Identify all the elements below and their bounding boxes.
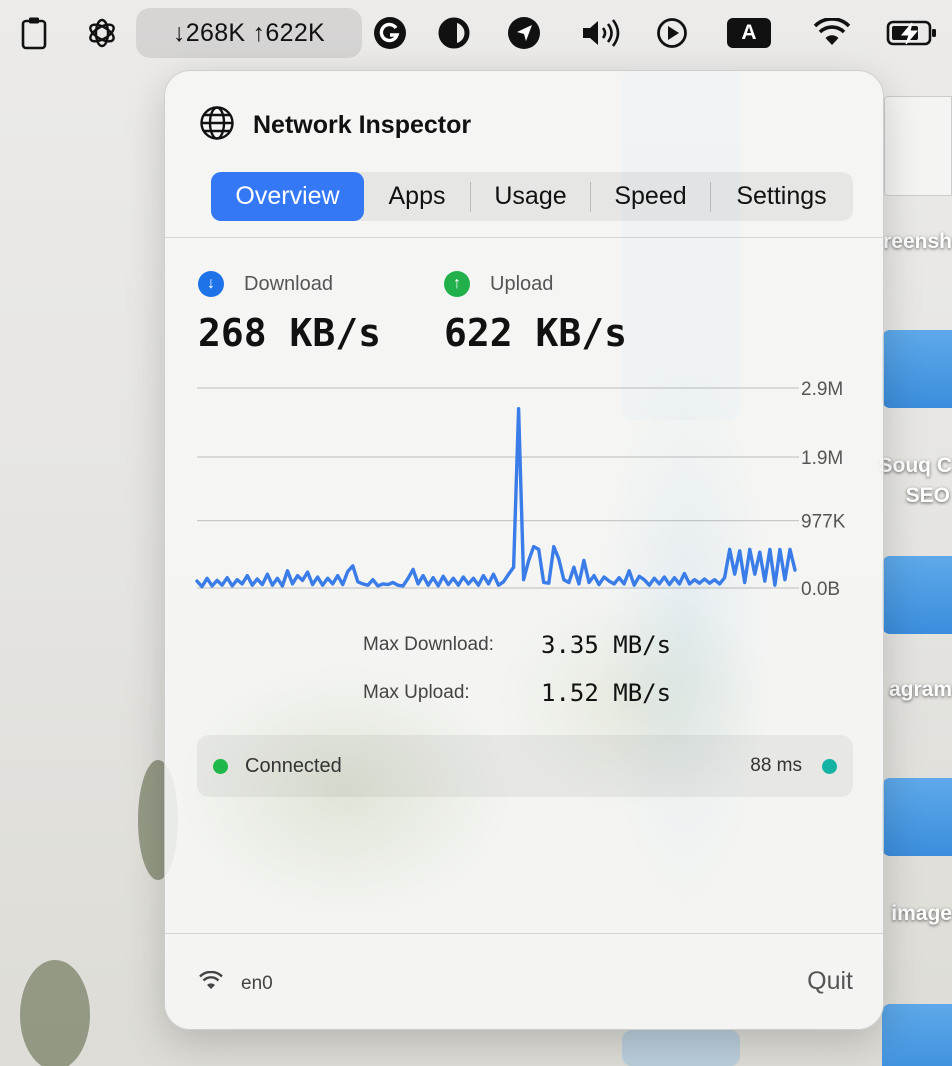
desktop-label: Souq C <box>878 454 952 477</box>
wifi-icon <box>199 970 223 997</box>
y-tick-label: 977K <box>801 512 846 533</box>
connected-status-dot <box>213 758 228 774</box>
max-download-label: Max Download: <box>363 634 494 655</box>
max-download-row: Max Download: 3.35 MB/s <box>363 621 671 669</box>
grammarly-icon[interactable] <box>370 14 410 52</box>
tab-label: Settings <box>736 182 827 210</box>
contrast-icon[interactable] <box>434 14 474 52</box>
desktop-window-column <box>622 1030 740 1066</box>
menu-bar: ↓268K ↑622K A <box>0 0 952 66</box>
desktop-label: agram <box>888 678 952 701</box>
max-download-value: 3.35 MB/s <box>541 631 672 659</box>
tab-bar: Overview Apps Usage Speed Settings <box>211 172 853 221</box>
tab-overview[interactable]: Overview <box>211 172 364 221</box>
tab-settings[interactable]: Settings <box>711 172 852 221</box>
max-stats: Max Download: 3.35 MB/s Max Upload: 1.52… <box>363 621 671 717</box>
upload-rate: ↑ Upload 622 KB/s <box>444 271 627 355</box>
download-rate: ↓ Download 268 KB/s <box>198 271 381 355</box>
latency-value: 88 ms <box>750 755 802 776</box>
interface-indicator: en0 <box>199 970 273 997</box>
volume-icon[interactable] <box>578 14 624 52</box>
popover-header: Network Inspector <box>199 105 471 146</box>
footer-divider <box>165 933 883 934</box>
desktop-folder-icon[interactable] <box>882 778 952 856</box>
quit-button[interactable]: Quit <box>807 967 853 996</box>
globe-icon <box>199 105 235 146</box>
max-upload-label: Max Upload: <box>363 682 470 703</box>
openai-icon[interactable] <box>82 14 122 52</box>
tab-usage[interactable]: Usage <box>471 172 590 221</box>
y-tick-label: 0.0B <box>801 579 840 600</box>
connection-status-text: Connected <box>245 754 342 777</box>
desktop-folder-icon[interactable] <box>882 556 952 634</box>
upload-label: Upload <box>490 272 554 295</box>
throughput-series-line <box>195 407 797 589</box>
desktop-label: SEO <box>905 484 950 507</box>
download-value: 268 KB/s <box>198 311 382 355</box>
desktop-label: image <box>891 902 952 925</box>
desktop-folder-icon[interactable] <box>882 1004 952 1066</box>
desktop-folder-icon[interactable] <box>882 330 952 408</box>
desktop-file-thumbnail <box>884 96 952 196</box>
y-tick-label: 2.9M <box>801 379 843 400</box>
tab-label: Apps <box>388 182 446 210</box>
keyboard-input-badge: A <box>727 18 771 48</box>
clipboard-icon[interactable] <box>16 14 52 52</box>
popover-footer: en0 Quit <box>165 951 883 1029</box>
max-upload-row: Max Upload: 1.52 MB/s <box>363 669 671 717</box>
network-speed-menu-item[interactable]: ↓268K ↑622K <box>136 8 362 58</box>
latency-status-dot <box>822 758 837 774</box>
arrow-down-icon: ↓ <box>198 271 224 297</box>
wallpaper-leaf <box>20 960 90 1066</box>
upload-label-row: ↑ Upload <box>444 271 627 297</box>
wifi-icon[interactable] <box>810 14 854 52</box>
tab-speed[interactable]: Speed <box>591 172 710 221</box>
tab-apps[interactable]: Apps <box>364 172 470 221</box>
header-divider <box>165 237 883 238</box>
throughput-chart: 2.9M 1.9M 977K 0.0B <box>195 379 846 600</box>
arrow-up-icon: ↑ <box>444 271 470 297</box>
download-label: Download <box>244 272 333 295</box>
connection-status-bar: Connected 88 ms <box>197 735 853 797</box>
navigation-icon[interactable] <box>504 14 544 52</box>
battery-charging-icon[interactable] <box>884 14 940 52</box>
play-circle-icon[interactable] <box>652 14 692 52</box>
network-speed-text: ↓268K ↑622K <box>172 18 326 47</box>
tab-label: Overview <box>235 182 340 210</box>
download-label-row: ↓ Download <box>198 271 381 297</box>
tab-label: Speed <box>614 182 687 210</box>
desktop-label: reensh <box>883 230 952 253</box>
upload-value: 622 KB/s <box>444 311 628 355</box>
y-tick-label: 1.9M <box>801 448 843 469</box>
popover-title: Network Inspector <box>253 111 472 139</box>
max-upload-value: 1.52 MB/s <box>541 679 672 707</box>
interface-name: en0 <box>241 973 273 994</box>
network-inspector-popover: Network Inspector Overview Apps Usage Sp… <box>164 70 884 1030</box>
tab-label: Usage <box>494 182 567 210</box>
keyboard-input-icon[interactable]: A <box>726 14 772 52</box>
